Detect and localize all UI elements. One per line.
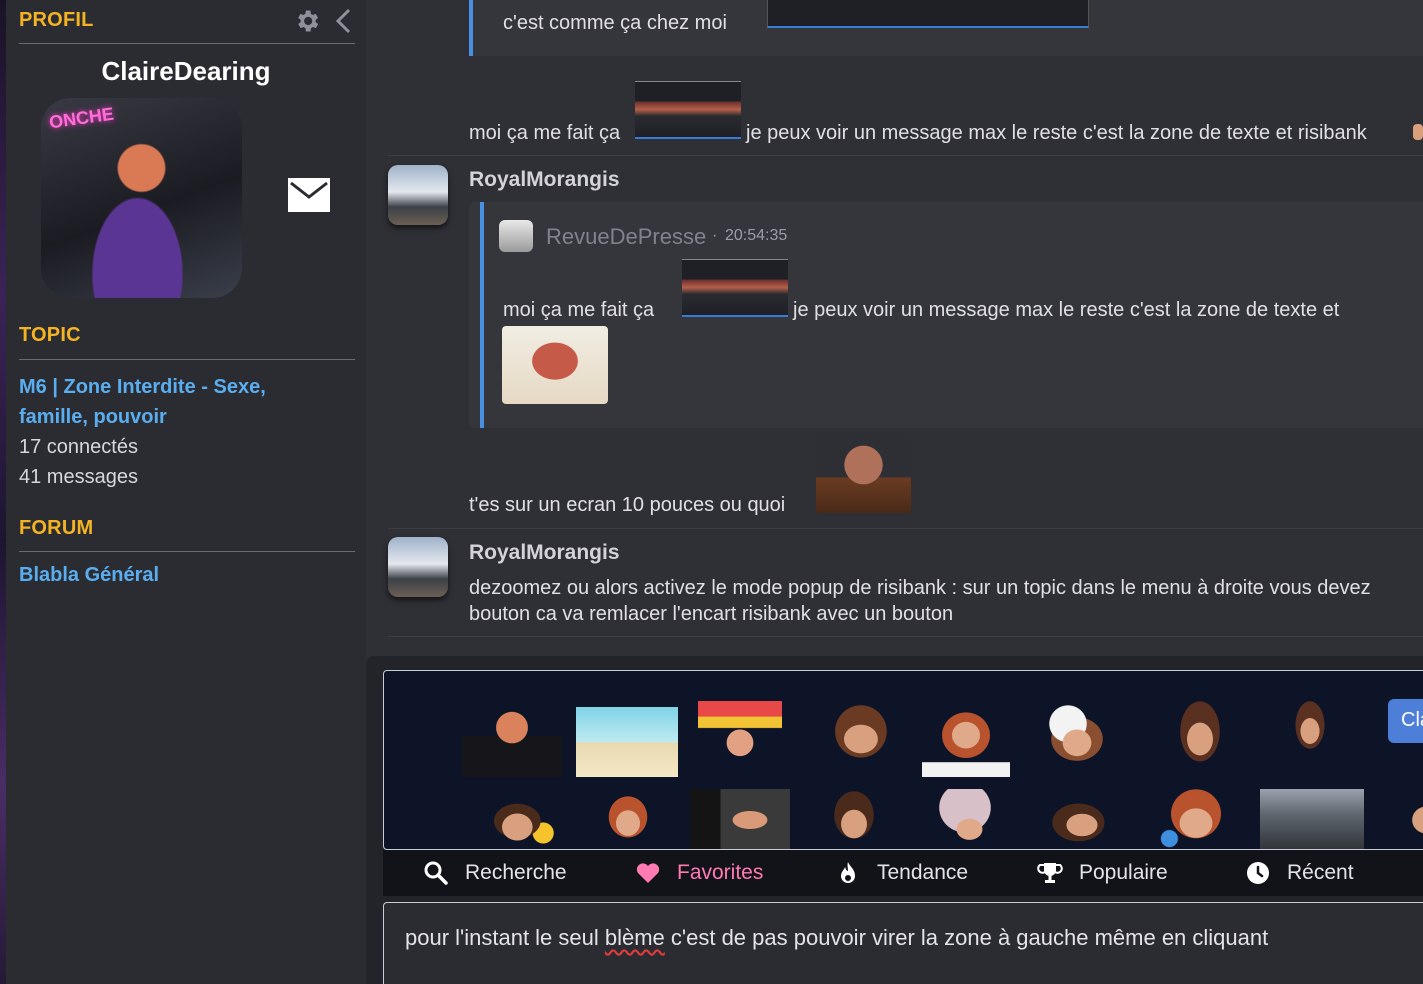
risibank-sticker[interactable]	[1260, 789, 1364, 849]
quote-text: je peux voir un message max le reste c'e…	[793, 299, 1340, 321]
quote-author-avatar	[499, 220, 533, 252]
sticker-image[interactable]	[502, 326, 608, 404]
message-divider	[388, 528, 1423, 529]
message-text: t'es sur un ecran 10 pouces ou quoi	[469, 494, 786, 516]
topic-link[interactable]: M6 | Zone Interdite - Sexe, famille, pou…	[19, 372, 319, 432]
sticker-image[interactable]	[1413, 124, 1423, 140]
tab-trending[interactable]: Tendance	[835, 850, 968, 896]
quote-text: moi ça me fait ça	[503, 299, 655, 321]
screenshot-thumbnail[interactable]	[767, 0, 1089, 28]
search-icon	[424, 861, 448, 885]
risibank-sticker[interactable]	[1158, 789, 1234, 849]
tab-recent[interactable]: Récent	[1245, 850, 1354, 896]
quote-block: RevueDePresse · 20:54:35 moi ça me fait …	[469, 202, 1423, 428]
message-divider	[388, 636, 1423, 637]
message-text: je peux voir un message max le reste c'e…	[746, 122, 1367, 144]
chat-area: c'est comme ça chez moi moi ça me fait ç…	[366, 0, 1423, 656]
gear-icon[interactable]	[293, 7, 321, 35]
tab-favorites[interactable]: Favorites	[635, 850, 763, 896]
tab-label: Recherche	[465, 861, 567, 884]
topic-section-title: TOPIC	[19, 324, 81, 346]
flame-icon	[841, 862, 855, 883]
misspelled-word: blème	[604, 925, 665, 950]
composer: Clair Recherche Favorites Tendance Popul…	[366, 656, 1423, 984]
trophy-icon	[1037, 863, 1063, 883]
quote-author[interactable]: RevueDePresse	[546, 224, 706, 250]
tab-label: Tendance	[877, 861, 969, 884]
screenshot-thumbnail[interactable]	[635, 81, 741, 139]
risibank-sticker[interactable]	[576, 707, 678, 777]
tab-popular[interactable]: Populaire	[1037, 850, 1168, 896]
risibank-sticker[interactable]	[824, 791, 884, 849]
risibank-sticker[interactable]	[1170, 701, 1230, 777]
risibank-sticker[interactable]	[484, 791, 558, 849]
risibank-panel: Clair	[383, 670, 1423, 850]
tab-label: Récent	[1287, 861, 1354, 884]
message-text: c'est comme ça chez moi	[503, 12, 727, 34]
message-count: 41 messages	[19, 466, 138, 488]
risibank-sticker[interactable]	[1046, 799, 1118, 849]
draft-text: c'est de pas pouvoir virer la zone à gau…	[664, 925, 1269, 950]
message-author[interactable]: RoyalMorangis	[469, 168, 620, 192]
connected-count: 17 connectés	[19, 436, 138, 458]
risibank-sticker[interactable]	[920, 789, 1010, 849]
message-text: dezoomez ou alors activez le mode popup …	[469, 577, 1371, 599]
message-text: bouton ca va remlacer l'encart risibank …	[469, 603, 954, 625]
risibank-sticker[interactable]	[596, 789, 660, 849]
clock-icon	[1247, 862, 1269, 884]
risibank-sticker[interactable]	[1394, 789, 1423, 849]
risibank-tabs: Recherche Favorites Tendance Populaire R…	[383, 850, 1423, 896]
quote-bar	[469, 0, 473, 56]
topic-header: TOPIC	[19, 316, 355, 360]
quote-separator: ·	[712, 227, 718, 244]
profile-avatar: ONCHE	[41, 98, 242, 298]
forum-section-title: FORUM	[19, 517, 94, 539]
risibank-sticker[interactable]	[690, 789, 790, 849]
tab-label: Populaire	[1079, 861, 1168, 884]
risibank-sticker[interactable]	[824, 701, 906, 777]
screenshot-thumbnail[interactable]	[682, 259, 788, 317]
risibank-sticker[interactable]	[698, 701, 782, 777]
tab-label: Favorites	[677, 861, 764, 884]
heart-icon	[636, 863, 660, 883]
forum-header: FORUM	[19, 508, 355, 552]
chevron-left-icon[interactable]	[333, 7, 355, 35]
quote-timestamp: 20:54:35	[725, 227, 788, 244]
mail-icon[interactable]	[288, 178, 330, 212]
author-avatar[interactable]	[388, 537, 448, 597]
profile-header: PROFIL	[19, 0, 355, 44]
risibank-sticker[interactable]	[1032, 701, 1122, 777]
forum-link[interactable]: Blabla Général	[19, 564, 159, 587]
quote-bar	[480, 202, 484, 428]
risibank-sticker[interactable]	[922, 701, 1010, 777]
sidebar: PROFIL ClaireDearing ONCHE TOPIC M6 | Zo…	[6, 0, 366, 984]
author-avatar[interactable]	[388, 165, 448, 225]
tab-search[interactable]: Recherche	[423, 850, 567, 896]
sticker-image[interactable]	[816, 433, 911, 513]
profile-username: ClaireDearing	[101, 56, 271, 86]
draft-text: pour l'instant le seul	[405, 925, 605, 950]
risibank-user-button[interactable]: Clair	[1388, 699, 1423, 743]
risibank-sticker[interactable]	[1288, 701, 1332, 761]
message-text: moi ça me fait ça	[469, 122, 621, 144]
quote-block: c'est comme ça chez moi	[469, 0, 1423, 56]
message-divider	[388, 155, 1423, 156]
profile-section-title: PROFIL	[19, 9, 94, 31]
avatar-onche-sign: ONCHE	[47, 103, 116, 133]
risibank-sticker[interactable]	[462, 701, 562, 777]
message-input[interactable]: pour l'instant le seul blème c'est de pa…	[383, 902, 1423, 984]
message-author[interactable]: RoyalMorangis	[469, 541, 620, 565]
